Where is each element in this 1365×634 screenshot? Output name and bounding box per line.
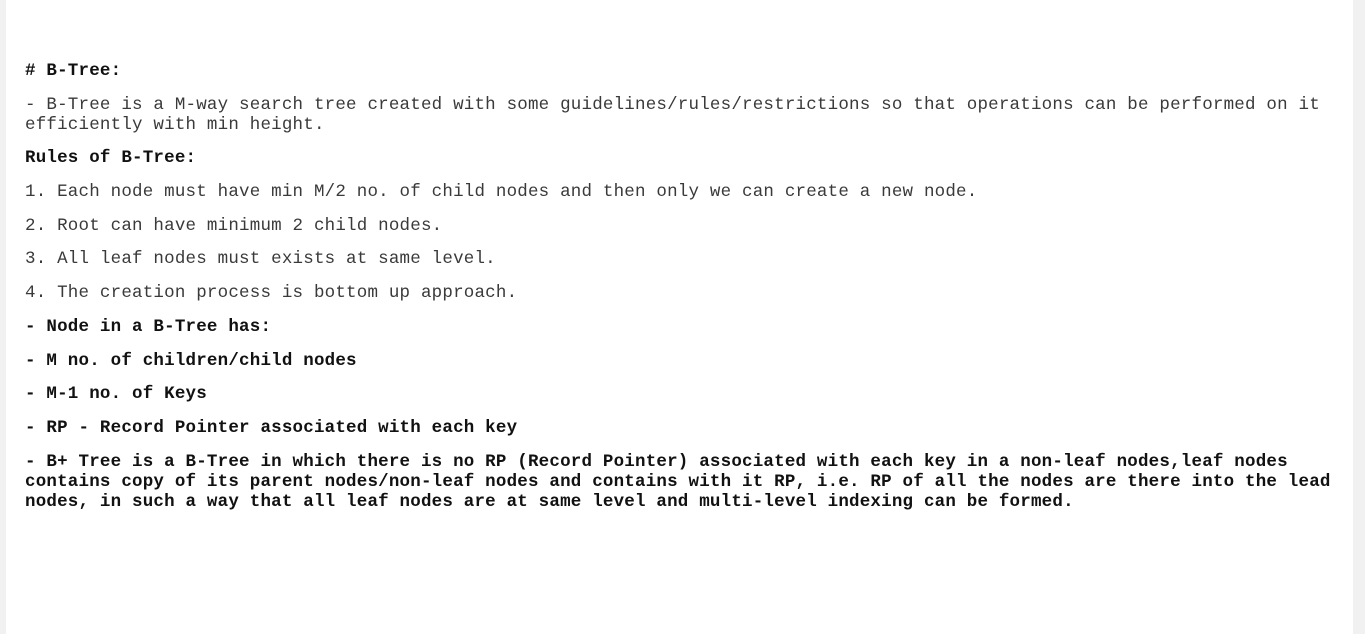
document-heading: # B-Tree:	[25, 61, 122, 81]
rules-title: Rules of B-Tree:	[25, 148, 197, 169]
rule-item-2: 2. Root can have minimum 2 child nodes.	[25, 215, 443, 236]
node-title: - Node in a B-Tree has:	[25, 316, 272, 337]
intro-paragraph: - B-Tree is a M-way search tree created …	[25, 94, 1331, 135]
bplus-tree-note: - B+ Tree is a B-Tree in which there is …	[25, 451, 1342, 512]
node-item-children: - M no. of children/child nodes	[25, 350, 357, 371]
rule-item-3: 3. All leaf nodes must exists at same le…	[25, 249, 496, 270]
document-content: # B-Tree: - B-Tree is a M-way search tre…	[25, 61, 1345, 512]
node-item-record-pointer: - RP - Record Pointer associated with ea…	[25, 417, 518, 438]
rule-item-1: 1. Each node must have min M/2 no. of ch…	[25, 182, 978, 203]
document-page: # B-Tree: - B-Tree is a M-way search tre…	[6, 0, 1353, 634]
node-item-keys: - M-1 no. of Keys	[25, 384, 207, 405]
rule-item-4: 4. The creation process is bottom up app…	[25, 283, 518, 304]
